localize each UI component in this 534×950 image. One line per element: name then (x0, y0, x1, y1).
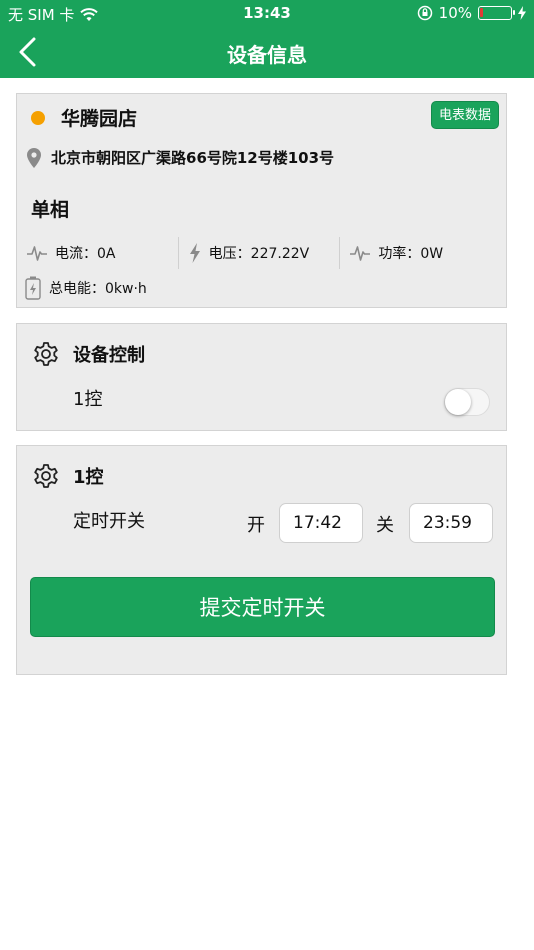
phase-label: 单相 (31, 199, 70, 221)
status-bar: 无 SIM 卡 13:43 10% (0, 0, 534, 26)
status-right: 10% (417, 4, 526, 22)
metric-voltage: 电压：227.22V (177, 237, 340, 269)
gear-icon (33, 341, 59, 367)
battery-icon (25, 276, 41, 300)
store-name: 华腾园店 (61, 108, 138, 130)
on-time-input[interactable]: 17:42 (279, 503, 363, 543)
orientation-lock-icon (417, 5, 433, 21)
off-time-input[interactable]: 23:59 (409, 503, 493, 543)
gear-icon (33, 463, 59, 489)
metric-current: 电流：0A (25, 237, 178, 269)
toggle-knob (445, 389, 471, 415)
timer-header: 1控 (33, 463, 104, 489)
charging-icon (518, 6, 526, 20)
pulse-icon (350, 244, 371, 262)
on-time-label: 开 (247, 515, 265, 536)
timer-card: 1控 定时开关 开 17:42 关 23:59 提交定时开关 (16, 445, 507, 675)
submit-timer-button[interactable]: 提交定时开关 (30, 577, 495, 637)
location-pin-icon (27, 147, 41, 168)
address-text: 北京市朝阳区广渠路66号院12号楼103号 (51, 149, 335, 167)
pulse-icon (27, 244, 47, 262)
device-control-header: 设备控制 (33, 341, 145, 367)
nav-bar: 设备信息 (0, 26, 534, 78)
metric-current-label: 电流：0A (55, 246, 116, 262)
device-control-title: 设备控制 (73, 345, 145, 366)
control-1-label: 1控 (73, 389, 103, 410)
address-row: 北京市朝阳区广渠路66号院12号楼103号 (27, 147, 334, 168)
off-time-label: 关 (376, 515, 394, 536)
page-title: 设备信息 (227, 43, 307, 67)
battery-icon (478, 6, 515, 20)
battery-percent: 10% (438, 4, 472, 22)
lightning-icon (189, 243, 201, 263)
energy-label: 总电能：0kw·h (49, 281, 147, 297)
control-1-toggle[interactable] (444, 388, 490, 416)
status-dot (31, 111, 45, 125)
device-control-card: 设备控制 1控 (16, 323, 507, 431)
metric-voltage-label: 电压：227.22V (208, 246, 310, 262)
metric-power-label: 功率：0W (378, 246, 444, 262)
meter-data-button[interactable]: 电表数据 (430, 101, 499, 129)
timer-switch-label: 定时开关 (73, 511, 145, 532)
metric-power: 功率：0W (339, 237, 501, 269)
timer-title: 1控 (73, 467, 104, 488)
metrics-row: 电流：0A 电压：227.22V 功率：0W (25, 237, 501, 269)
battery-level (480, 8, 483, 17)
energy-row: 总电能：0kw·h (25, 276, 147, 300)
store-info-card: 华腾园店 电表数据 北京市朝阳区广渠路66号院12号楼103号 单相 电流：0A… (16, 93, 507, 308)
